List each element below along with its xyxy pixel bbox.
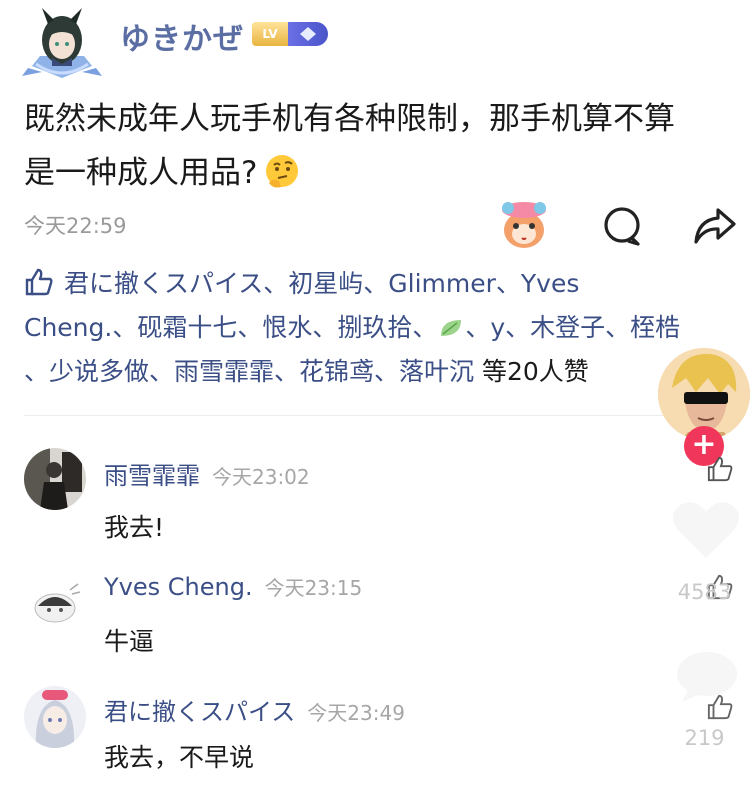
commenter-avatar[interactable] [24,572,86,634]
share-icon[interactable] [692,204,738,248]
comment-time: 今天23:49 [307,701,405,725]
likes-names-3[interactable]: 、少说多做、雨雪霏霏、花锦鸢、落叶沉 [24,357,474,386]
commenter-name-row: 雨雪霏霏 今天23:02 [104,456,310,491]
leaf-icon [437,310,465,336]
likes-line3: 、少说多做、雨雪霏霏、花锦鸢、落叶沉 等20人赞 [24,350,744,394]
comment-time: 今天23:15 [264,576,363,600]
post-text-line1: 既然未成年人玩手机有各种限制，那手机算不算 [24,101,675,137]
cat-sticker-icon [494,196,554,252]
user-badges: LV [252,22,328,46]
post-meta-row: 今天22:59 [0,200,753,250]
comment-count: 219 [684,726,725,750]
commenter-name-row: 君に撤くスパイス 今天23:49 [104,692,405,727]
likes-line1: 君に撤くスパイス、初星屿、Glimmer、Yves [24,262,744,306]
comment-time: 今天23:02 [212,465,310,489]
commenter-name[interactable]: 君に撤くスパイス [104,698,295,726]
likes-line2: Cheng.、砚霜十七、恨水、捌玖拾、 、y、木登子、桎梏 [24,306,744,350]
like-count: 4583 [677,580,732,604]
commenter-avatar[interactable] [24,686,86,748]
comment-text: 我去，不早说 [104,743,255,772]
likes-list: 君に撤くスパイス、初星屿、Glimmer、Yves Cheng.、砚霜十七、恨水… [24,262,744,394]
comment-text: 我去! [104,513,165,542]
comment-item: 雨雪霏霏 今天23:02 我去! [0,448,680,558]
commenter-name[interactable]: Yves Cheng. [104,573,253,601]
level-badge: LV [252,22,288,46]
divider [24,415,664,416]
comment-icon[interactable] [600,204,644,248]
comment-item: 君に撤くスパイス 今天23:49 我去，不早说 [0,686,680,786]
like-heart-icon[interactable] [670,498,742,562]
thinking-face-icon [263,153,301,191]
commenter-name-row: Yves Cheng. 今天23:15 [104,572,362,601]
commenter-avatar[interactable] [24,448,86,510]
thumbs-up-icon [24,266,54,296]
post-text-line2: 是一种成人用品? [24,155,258,191]
author-avatar[interactable] [18,6,106,80]
vip-diamond-icon [288,22,328,46]
post-text-line2-wrap: 是一种成人用品? [24,146,724,200]
comment-item: Yves Cheng. 今天23:15 牛逼 [0,568,680,678]
video-side-actions: + 4583 219 [656,348,753,786]
author-name[interactable]: ゆきかぜ [120,14,244,58]
likes-total: 等20人赞 [481,357,589,386]
thumbs-up-icon [706,694,734,720]
post-header: ゆきかぜ LV [0,0,753,84]
post-time: 今天22:59 [24,214,127,238]
commenter-name[interactable]: 雨雪霏霏 [104,462,200,490]
thumbs-up-icon [706,456,734,482]
post-content: 既然未成年人玩手机有各种限制，那手机算不算 是一种成人用品? [24,92,724,200]
likes-names-2[interactable]: Cheng.、砚霜十七、恨水、捌玖拾、 [24,313,437,342]
likes-names-2b[interactable]: 、y、木登子、桎梏 [465,313,680,342]
comment-text: 牛逼 [104,627,155,656]
likes-names-1[interactable]: 君に撤くスパイス、初星屿、Glimmer、Yves [64,269,579,298]
